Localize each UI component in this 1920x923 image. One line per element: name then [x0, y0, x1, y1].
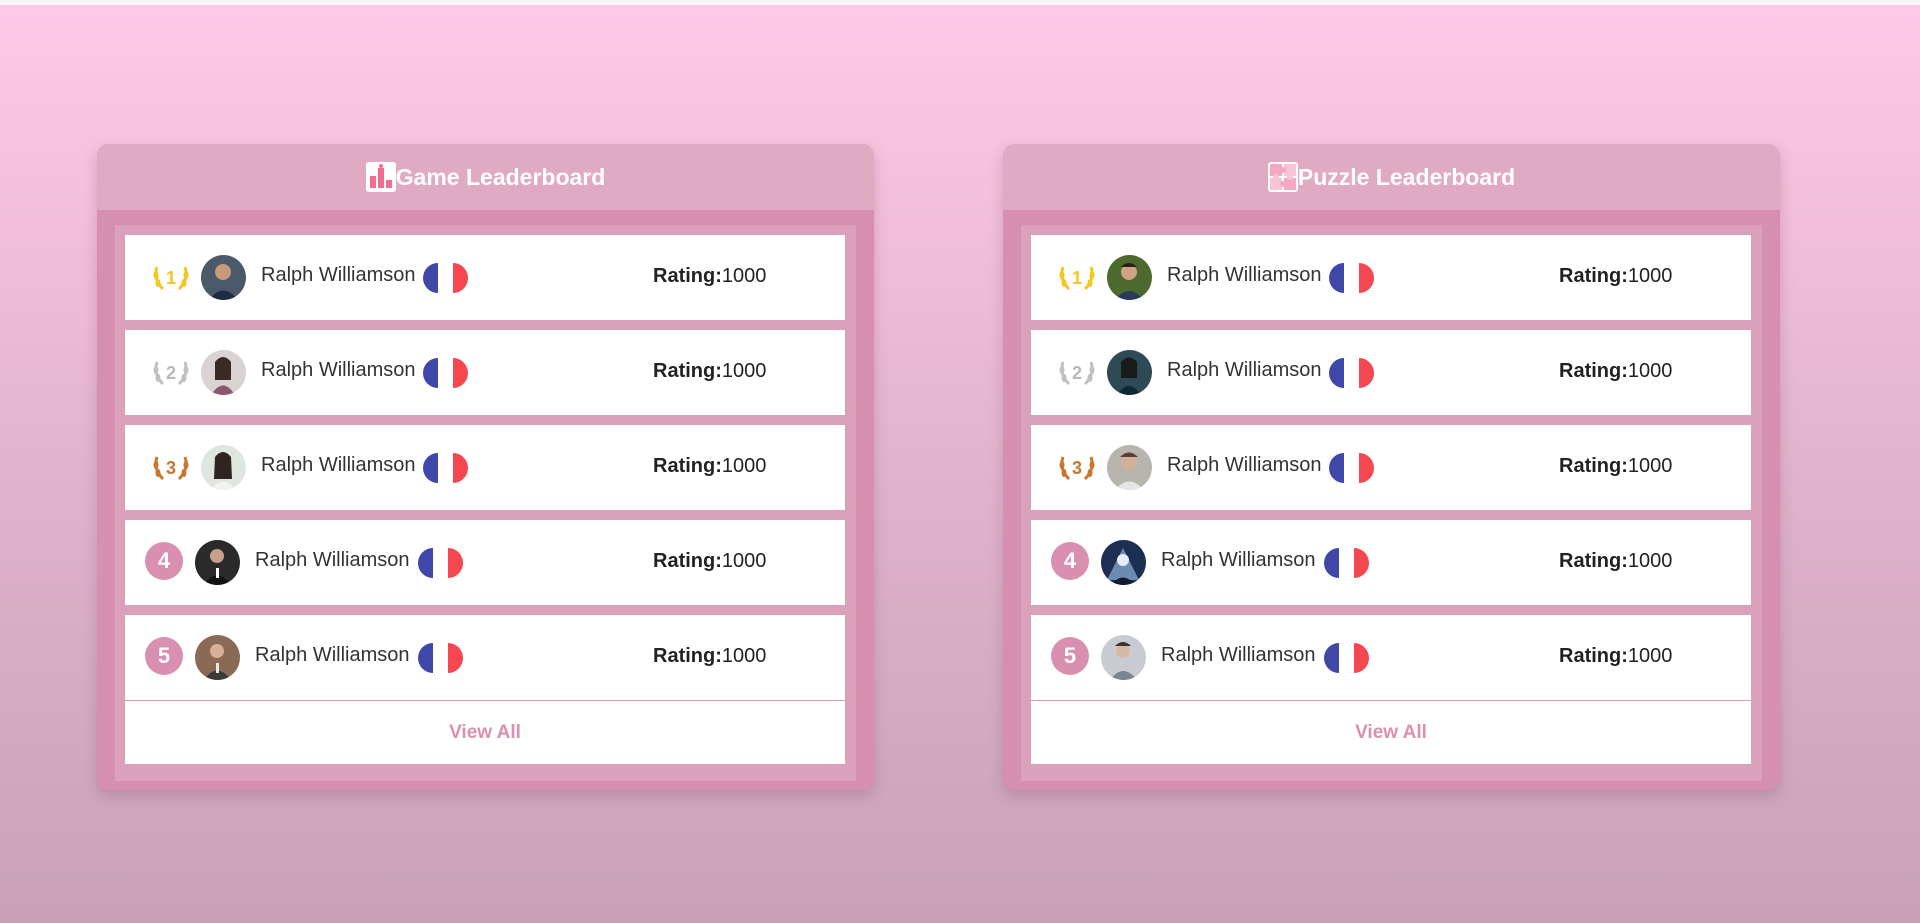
france-flag-icon: [1329, 453, 1374, 483]
rank-badge: 5: [1051, 637, 1089, 675]
player-rating: Rating:1000: [653, 645, 767, 667]
leaderboard-row[interactable]: 2 Ralph Williamson Rating:1000: [125, 330, 845, 415]
player-name[interactable]: Ralph Williamson: [261, 359, 416, 382]
player-name[interactable]: Ralph Williamson: [1167, 359, 1322, 382]
player-name[interactable]: Ralph Williamson: [1167, 264, 1322, 287]
silver-laurel-icon: 2: [1055, 350, 1099, 394]
game-leaderboard-header: Game Leaderboard: [97, 144, 874, 210]
leaderboard-row[interactable]: 1 Ralph Williamson Rating:1000: [1031, 235, 1751, 320]
avatar[interactable]: [1107, 445, 1152, 490]
avatar[interactable]: [1107, 255, 1152, 300]
top-divider: [0, 0, 1920, 5]
rank-badge: 5: [145, 637, 183, 675]
player-rating: Rating:1000: [1559, 645, 1673, 667]
rank-badge: 4: [145, 542, 183, 580]
game-leaderboard-card: Game Leaderboard 1 Ralph Williamson Rati…: [97, 144, 874, 790]
rank-number: 1: [1072, 268, 1082, 288]
player-name[interactable]: Ralph Williamson: [261, 454, 416, 477]
rank-number: 1: [166, 268, 176, 288]
leaderboard-row[interactable]: 4 Ralph Williamson Rating:1000: [125, 520, 845, 605]
player-rating: Rating:1000: [1559, 360, 1673, 382]
puzzle-icon: [1267, 162, 1298, 192]
france-flag-icon: [1324, 643, 1369, 673]
game-leaderboard-list: 1 Ralph Williamson Rating:1000 2 Ralph W…: [115, 225, 856, 781]
france-flag-icon: [1329, 263, 1374, 293]
bronze-laurel-icon: 3: [1055, 445, 1099, 489]
puzzle-leaderboard-card: Puzzle Leaderboard 1 Ralph Williamson Ra…: [1003, 144, 1780, 790]
avatar[interactable]: [1107, 350, 1152, 395]
avatar[interactable]: [1101, 635, 1146, 680]
rank-number: 3: [1072, 458, 1082, 478]
france-flag-icon: [418, 643, 463, 673]
leaderboard-row[interactable]: 4 Ralph Williamson Rating:1000: [1031, 520, 1751, 605]
france-flag-icon: [423, 263, 468, 293]
gold-laurel-icon: 1: [149, 255, 193, 299]
player-name[interactable]: Ralph Williamson: [1161, 644, 1316, 667]
view-all-button[interactable]: View All: [125, 701, 845, 764]
player-rating: Rating:1000: [653, 360, 767, 382]
avatar[interactable]: [201, 350, 246, 395]
leaderboard-row[interactable]: 5 Ralph Williamson Rating:1000: [1031, 615, 1751, 700]
player-rating: Rating:1000: [1559, 265, 1673, 287]
avatar[interactable]: [201, 445, 246, 490]
avatar[interactable]: [201, 255, 246, 300]
leaderboard-row[interactable]: 2 Ralph Williamson Rating:1000: [1031, 330, 1751, 415]
france-flag-icon: [423, 358, 468, 388]
player-rating: Rating:1000: [653, 455, 767, 477]
france-flag-icon: [418, 548, 463, 578]
gold-laurel-icon: 1: [1055, 255, 1099, 299]
player-name[interactable]: Ralph Williamson: [1161, 549, 1316, 572]
leaderboard-row[interactable]: 5 Ralph Williamson Rating:1000: [125, 615, 845, 700]
player-rating: Rating:1000: [653, 265, 767, 287]
player-name[interactable]: Ralph Williamson: [1167, 454, 1322, 477]
player-name[interactable]: Ralph Williamson: [255, 549, 410, 572]
player-rating: Rating:1000: [1559, 455, 1673, 477]
game-leaderboard-title: Game Leaderboard: [395, 163, 606, 190]
avatar[interactable]: [195, 635, 240, 680]
france-flag-icon: [1324, 548, 1369, 578]
rank-badge: 4: [1051, 542, 1089, 580]
leaderboard-row[interactable]: 1 Ralph Williamson Rating:1000: [125, 235, 845, 320]
player-rating: Rating:1000: [653, 550, 767, 572]
rank-number: 2: [166, 363, 176, 383]
player-name[interactable]: Ralph Williamson: [261, 264, 416, 287]
player-name[interactable]: Ralph Williamson: [255, 644, 410, 667]
puzzle-leaderboard-title: Puzzle Leaderboard: [1297, 163, 1516, 190]
player-rating: Rating:1000: [1559, 550, 1673, 572]
podium-icon: [365, 162, 396, 192]
avatar[interactable]: [1101, 540, 1146, 585]
france-flag-icon: [423, 453, 468, 483]
france-flag-icon: [1329, 358, 1374, 388]
silver-laurel-icon: 2: [149, 350, 193, 394]
puzzle-leaderboard-list: 1 Ralph Williamson Rating:1000 2 Ralph W…: [1021, 225, 1762, 781]
leaderboard-row[interactable]: 3 Ralph Williamson Rating:1000: [1031, 425, 1751, 510]
leaderboard-row[interactable]: 3 Ralph Williamson Rating:1000: [125, 425, 845, 510]
puzzle-leaderboard-header: Puzzle Leaderboard: [1003, 144, 1780, 210]
rank-number: 2: [1072, 363, 1082, 383]
avatar[interactable]: [195, 540, 240, 585]
rank-number: 3: [166, 458, 176, 478]
bronze-laurel-icon: 3: [149, 445, 193, 489]
view-all-button[interactable]: View All: [1031, 701, 1751, 764]
